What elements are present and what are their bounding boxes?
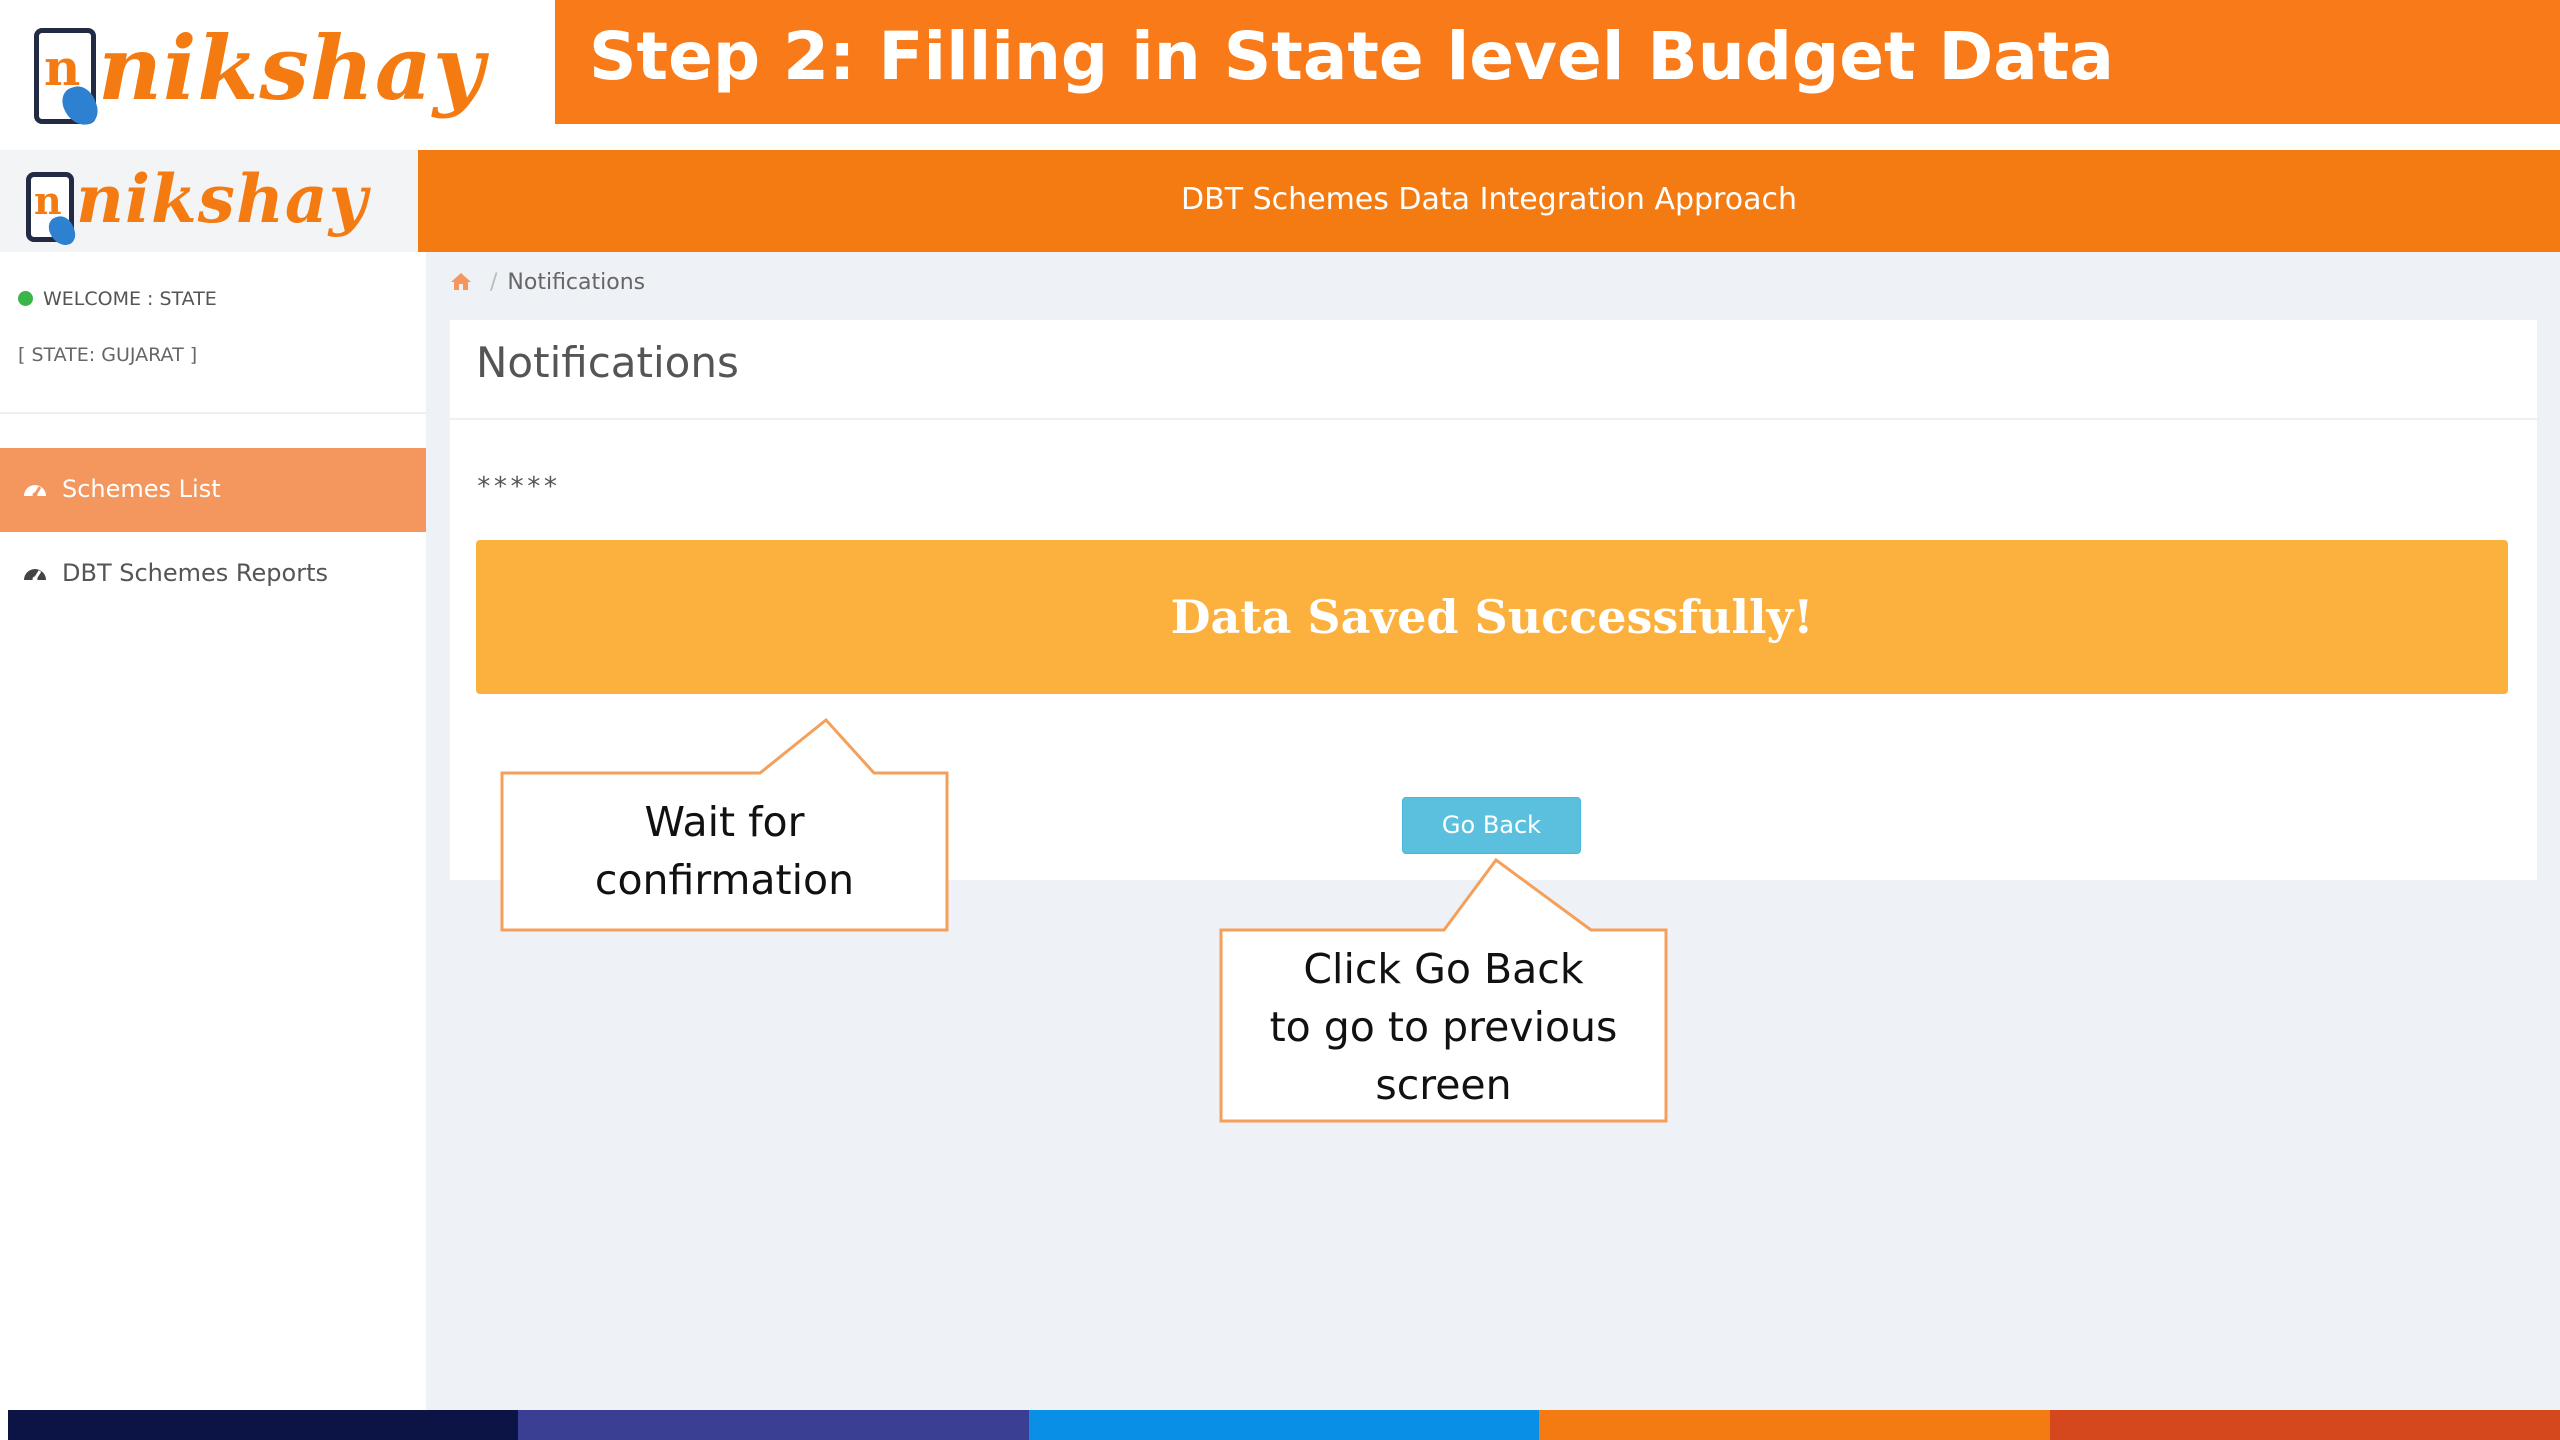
sidebar-divider bbox=[0, 412, 426, 414]
welcome-text: WELCOME : STATE bbox=[43, 288, 217, 310]
page-title: Notifications bbox=[476, 338, 739, 387]
strip-segment bbox=[1539, 1410, 2050, 1440]
breadcrumb-separator: / bbox=[490, 270, 498, 295]
strip-segment bbox=[8, 1410, 519, 1440]
slide-logo-area: n nikshay bbox=[0, 0, 555, 148]
success-banner: Data Saved Successfully! bbox=[476, 540, 2508, 694]
callout-go-back-text: Click Go Back to go to previous screen bbox=[1221, 940, 1666, 1114]
dashboard-icon bbox=[24, 569, 46, 582]
strip-segment bbox=[2049, 1410, 2560, 1440]
app-header-title: DBT Schemes Data Integration Approach bbox=[1181, 182, 1797, 217]
app-logo-text: nikshay bbox=[76, 160, 369, 238]
sidebar-item-schemes-list[interactable]: Schemes List bbox=[0, 448, 426, 532]
slide-logo-text: nikshay bbox=[98, 16, 486, 120]
app-header: DBT Schemes Data Integration Approach bbox=[418, 150, 2560, 252]
dashboard-icon bbox=[24, 485, 46, 498]
callout-line: to go to previous bbox=[1269, 1003, 1618, 1051]
callout-line: screen bbox=[1375, 1061, 1512, 1109]
online-status-dot bbox=[18, 291, 33, 306]
app-nikshay-logo[interactable]: n nikshay bbox=[24, 158, 367, 250]
sidebar-item-label: Schemes List bbox=[62, 475, 221, 503]
panel-divider bbox=[450, 418, 2537, 420]
state-label: [ STATE: GUJARAT ] bbox=[18, 344, 198, 366]
breadcrumb: / Notifications bbox=[450, 270, 645, 295]
breadcrumb-current: Notifications bbox=[507, 270, 646, 295]
bottom-color-strip bbox=[8, 1410, 2560, 1440]
slide-title: Step 2: Filling in State level Budget Da… bbox=[589, 18, 2114, 95]
callout-wait-text: Wait for confirmation bbox=[502, 793, 947, 909]
slide-title-bar: Step 2: Filling in State level Budget Da… bbox=[555, 0, 2560, 124]
sidebar-item-label: DBT Schemes Reports bbox=[62, 559, 328, 587]
callout-line: confirmation bbox=[594, 856, 855, 904]
nikshay-logo: n nikshay bbox=[30, 14, 484, 134]
go-back-button[interactable]: Go Back bbox=[1402, 797, 1581, 854]
masked-text: ***** bbox=[476, 472, 560, 502]
home-icon[interactable] bbox=[450, 271, 472, 291]
callout-line: Wait for bbox=[644, 798, 805, 846]
strip-segment bbox=[1028, 1410, 1540, 1440]
success-message: Data Saved Successfully! bbox=[1170, 590, 1814, 644]
callout-line: Click Go Back bbox=[1303, 945, 1584, 993]
app-logo-area: n nikshay bbox=[0, 150, 418, 252]
welcome-status: WELCOME : STATE bbox=[18, 288, 217, 310]
strip-segment bbox=[518, 1410, 1029, 1440]
sidebar: WELCOME : STATE [ STATE: GUJARAT ] Schem… bbox=[0, 252, 426, 1410]
sidebar-item-dbt-schemes-reports[interactable]: DBT Schemes Reports bbox=[0, 532, 426, 616]
